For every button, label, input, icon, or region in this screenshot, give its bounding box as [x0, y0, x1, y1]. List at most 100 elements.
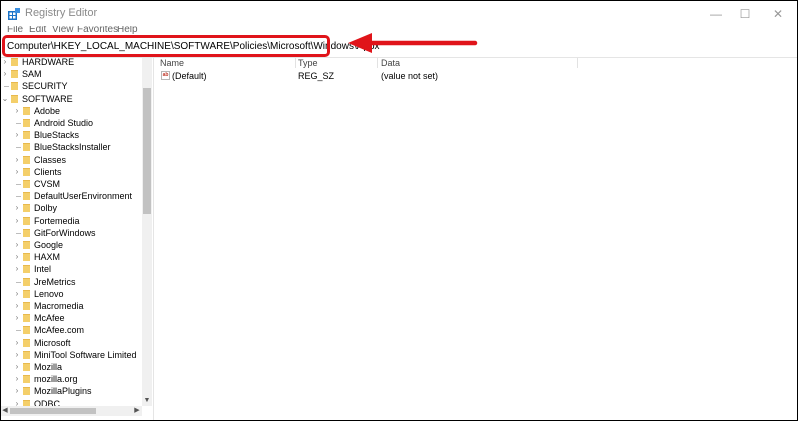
- chevron-right-icon[interactable]: ›: [1, 58, 9, 68]
- tree-item[interactable]: SECURITY: [1, 80, 142, 92]
- tree-item[interactable]: McAfee.com: [1, 324, 142, 336]
- tree-item-label: GitForWindows: [34, 227, 96, 238]
- folder-icon: [23, 375, 30, 384]
- chevron-right-icon[interactable]: ›: [13, 105, 21, 117]
- column-separator[interactable]: [377, 58, 378, 68]
- tree-item[interactable]: › HARDWARE: [1, 58, 142, 68]
- tree-item[interactable]: BlueStacksInstaller: [1, 141, 142, 153]
- tree-item[interactable]: › Macromedia: [1, 300, 142, 312]
- tree-item-label: Mozilla: [34, 362, 63, 372]
- chevron-right-icon[interactable]: ›: [13, 154, 21, 166]
- tree-vertical-scroll-thumb[interactable]: [143, 88, 151, 214]
- tree-item-label: SOFTWARE: [22, 93, 73, 104]
- tree-item[interactable]: JreMetrics: [1, 276, 142, 288]
- tree-item-label: HARDWARE: [22, 58, 75, 67]
- chevron-right-icon[interactable]: ›: [13, 288, 21, 300]
- minimize-button[interactable]: —: [703, 4, 729, 24]
- tree-item[interactable]: CVSM: [1, 178, 142, 190]
- close-icon: ✕: [772, 7, 784, 21]
- title-bar[interactable]: Registry Editor — ☐ ✕: [1, 1, 797, 27]
- folder-icon: [23, 143, 30, 152]
- scroll-down-arrow-icon[interactable]: ▼: [143, 397, 151, 405]
- chevron-right-icon[interactable]: ›: [13, 373, 21, 385]
- tree-item[interactable]: DefaultUserEnvironment: [1, 190, 142, 202]
- tree-item[interactable]: › mozilla.org: [1, 373, 142, 385]
- value-name: (Default): [172, 71, 207, 81]
- menu-file[interactable]: File: [7, 26, 23, 35]
- tree-connector-line: [16, 330, 21, 332]
- value-row-default[interactable]: ab (Default) REG_SZ (value not set): [157, 70, 797, 82]
- tree-connector-line: [4, 86, 9, 88]
- chevron-right-icon[interactable]: ›: [13, 337, 21, 349]
- folder-icon: [23, 204, 30, 213]
- tree-item[interactable]: › Mozilla: [1, 361, 142, 373]
- folder-icon: [23, 350, 30, 359]
- chevron-right-icon[interactable]: ›: [13, 202, 21, 214]
- chevron-right-icon[interactable]: ›: [13, 300, 21, 312]
- tree-item[interactable]: › Dolby: [1, 202, 142, 214]
- tree-item[interactable]: › Classes: [1, 154, 142, 166]
- tree-item-label: McAfee: [34, 313, 65, 324]
- tree-item[interactable]: › Intel: [1, 263, 142, 275]
- tree-item-label: Clients: [34, 166, 62, 177]
- chevron-right-icon[interactable]: ›: [13, 129, 21, 141]
- folder-icon: [23, 265, 30, 274]
- highlight-box: [2, 35, 330, 57]
- tree-item-label: Android Studio: [34, 118, 94, 128]
- value-type: REG_SZ: [298, 71, 335, 81]
- tree-item[interactable]: › Adobe: [1, 105, 142, 117]
- column-separator[interactable]: [295, 58, 296, 68]
- tree-item[interactable]: › Lenovo: [1, 288, 142, 300]
- chevron-right-icon[interactable]: ›: [13, 361, 21, 373]
- folder-icon: [23, 338, 30, 347]
- column-header-name[interactable]: Name: [160, 58, 184, 68]
- chevron-right-icon[interactable]: ›: [13, 251, 21, 263]
- menu-view[interactable]: View: [52, 26, 74, 35]
- column-header-data[interactable]: Data: [381, 58, 400, 68]
- folder-icon: [23, 155, 30, 164]
- chevron-right-icon[interactable]: ›: [13, 349, 21, 361]
- folder-icon: [23, 119, 30, 127]
- tree-item[interactable]: Android Studio: [1, 117, 142, 129]
- folder-icon: [23, 216, 30, 225]
- tree-item[interactable]: › Fortemedia: [1, 215, 142, 227]
- tree-item[interactable]: ⌄ SOFTWARE: [1, 93, 142, 105]
- tree-item[interactable]: › Google: [1, 239, 142, 251]
- tree-item[interactable]: › MozillaPlugins: [1, 385, 142, 397]
- folder-icon: [11, 82, 18, 91]
- tree-item[interactable]: GitForWindows: [1, 227, 142, 239]
- chevron-right-icon[interactable]: ›: [13, 263, 21, 275]
- chevron-right-icon[interactable]: ›: [13, 166, 21, 178]
- chevron-right-icon[interactable]: ›: [13, 385, 21, 397]
- tree-horizontal-scroll-thumb[interactable]: [10, 408, 96, 414]
- close-button[interactable]: ✕: [765, 4, 791, 24]
- chevron-right-icon[interactable]: ›: [13, 215, 21, 227]
- menu-favorites[interactable]: Favorites: [77, 26, 118, 35]
- tree-item-label: SAM: [22, 69, 42, 80]
- maximize-button[interactable]: ☐: [732, 4, 758, 24]
- tree-item[interactable]: › Clients: [1, 166, 142, 178]
- chevron-down-icon[interactable]: ⌄: [1, 93, 9, 105]
- chevron-right-icon[interactable]: ›: [1, 68, 9, 80]
- column-header-type[interactable]: Type: [298, 58, 318, 68]
- folder-icon: [23, 180, 30, 188]
- menu-edit[interactable]: Edit: [29, 26, 46, 35]
- tree-item[interactable]: › HAXM: [1, 251, 142, 263]
- folder-icon: [23, 192, 30, 201]
- tree-item[interactable]: › McAfee: [1, 312, 142, 324]
- scroll-left-arrow-icon[interactable]: ◀: [1, 406, 9, 416]
- tree-item-label: BlueStacksInstaller: [34, 142, 111, 153]
- chevron-right-icon[interactable]: ›: [13, 312, 21, 324]
- tree-item[interactable]: › MiniTool Software Limited: [1, 349, 142, 361]
- column-separator[interactable]: [577, 58, 578, 68]
- window-title: Registry Editor: [25, 7, 98, 19]
- tree-item[interactable]: › BlueStacks: [1, 129, 142, 141]
- scroll-right-arrow-icon[interactable]: ▶: [133, 406, 141, 416]
- tree-item[interactable]: › Microsoft: [1, 337, 142, 349]
- folder-icon: [23, 253, 30, 262]
- registry-tree: › HARDWARE › SAM SECURITY ⌄ SOFTWARE › Adobe Andr…: [1, 58, 154, 420]
- menu-help[interactable]: Help: [117, 26, 138, 35]
- tree-item[interactable]: › SAM: [1, 68, 142, 80]
- chevron-right-icon[interactable]: ›: [13, 239, 21, 251]
- tree-connector-line: [16, 123, 21, 124]
